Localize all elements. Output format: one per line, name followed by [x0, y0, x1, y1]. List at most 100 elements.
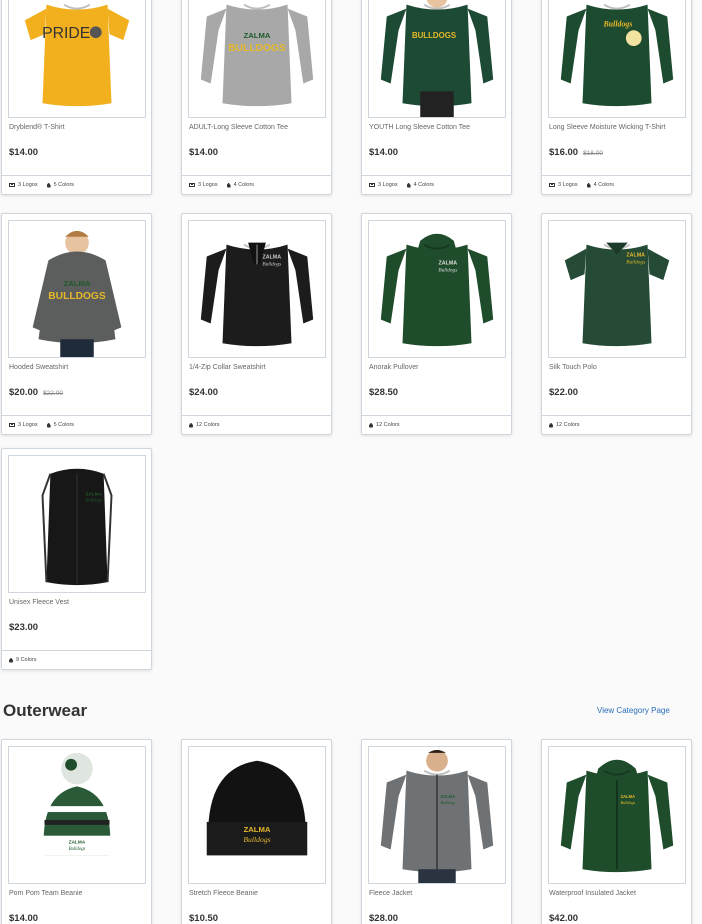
colors-count: 5 Colors [46, 182, 75, 188]
product-options: 9 Colors [2, 650, 151, 669]
svg-text:ZALMA: ZALMA [262, 254, 281, 260]
colors-label: 12 Colors [556, 422, 580, 428]
svg-text:BULLDOGS: BULLDOGS [48, 291, 106, 302]
svg-text:ZALMA: ZALMA [626, 252, 645, 258]
product-price: $22.00 [549, 387, 578, 398]
product-name[interactable]: Dryblend® T-Shirt [9, 124, 65, 131]
color-drop-icon [9, 657, 13, 663]
svg-text:Bulldogs: Bulldogs [438, 267, 457, 273]
current-price: $24.00 [189, 387, 219, 398]
product-card[interactable]: Bulldogs Long Sleeve Moisture Wicking T-S… [541, 0, 692, 195]
logos-count: 3 Logos [549, 182, 578, 188]
product-name[interactable]: Unisex Fleece Vest [9, 599, 69, 606]
product-image[interactable]: ZALMA Bulldogs [368, 746, 506, 884]
product-card[interactable]: ZALMA Bulldogs Pom Pom Team Beanie $14.00 [1, 739, 152, 924]
product-card[interactable]: ZALMA Bulldogs Waterproof Insulated Jacke… [541, 739, 692, 924]
product-image[interactable]: PRIDE [8, 0, 146, 118]
colors-label: 4 Colors [233, 182, 255, 188]
svg-text:ZALMA: ZALMA [85, 491, 102, 497]
product-name[interactable]: Long Sleeve Moisture Wicking T-Shirt [549, 124, 666, 131]
color-drop-icon [46, 182, 51, 188]
product-options: 3 Logos 5 Colors [2, 175, 151, 194]
view-category-link[interactable]: View Category Page [597, 706, 670, 715]
section-title-outerwear: Outerwear [3, 701, 88, 720]
colors-label: 12 Colors [376, 422, 400, 428]
product-image[interactable]: ZALMA Bulldogs [188, 220, 326, 358]
current-price: $42.00 [549, 913, 579, 924]
product-name[interactable]: Stretch Fleece Beanie [189, 890, 258, 897]
product-price: $28.50 [369, 387, 398, 398]
product-card[interactable]: ZALMA Bulldogs Silk Touch Polo $22.00 12 Co… [541, 213, 692, 435]
product-card[interactable]: ZALMA Bulldogs Anorak Pullover $28.50 12 Co… [361, 213, 512, 435]
product-card[interactable]: ZALMA Bulldogs 1/4-Zip Collar Sweatshirt $… [181, 213, 332, 435]
current-price: $22.00 [549, 387, 579, 398]
product-image[interactable]: ZALMA BULLDOGS [8, 220, 146, 358]
product-image[interactable]: ZALMA Bulldogs [548, 220, 686, 358]
product-image[interactable]: ZALMA Bulldogs [8, 455, 146, 593]
color-drop-icon [369, 422, 373, 428]
product-name[interactable]: Fleece Jacket [369, 890, 412, 897]
current-price: $28.00 [369, 913, 399, 924]
product-options: 3 Logos 4 Colors [362, 175, 511, 194]
colors-count: 4 Colors [586, 182, 614, 188]
product-image[interactable]: ZALMA BULLDOGS [188, 0, 326, 118]
logos-label: 3 Logos [18, 182, 38, 188]
svg-text:Bulldogs: Bulldogs [621, 800, 636, 805]
colors-label: 4 Colors [413, 182, 435, 188]
product-image[interactable]: ZALMA Bulldogs [368, 220, 506, 358]
current-price: $14.00 [369, 147, 399, 158]
product-image[interactable]: Bulldogs [548, 0, 686, 118]
svg-text:PRIDE: PRIDE [42, 25, 90, 42]
product-price: $14.00 [369, 147, 398, 158]
svg-text:Bulldogs: Bulldogs [243, 835, 270, 844]
product-image[interactable]: ZALMA Bulldogs [188, 746, 326, 884]
current-price: $10.50 [189, 913, 219, 924]
color-drop-icon [189, 422, 193, 428]
product-card[interactable]: ZALMA BULLDOGS ADULT-Long Sleeve Cotton T… [181, 0, 332, 195]
color-drop-icon [586, 182, 591, 188]
logo-icon [9, 183, 15, 187]
colors-count: 9 Colors [9, 657, 36, 663]
product-name[interactable]: Silk Touch Polo [549, 364, 597, 371]
product-price: $14.00 [189, 147, 218, 158]
svg-text:Bulldogs: Bulldogs [262, 262, 281, 268]
product-options: 3 Logos 5 Colors [2, 415, 151, 434]
svg-text:Bulldogs: Bulldogs [626, 260, 645, 266]
product-name[interactable]: Hooded Sweatshirt [9, 364, 68, 371]
product-card[interactable]: BULLDOGS YOUTH Long Sleeve Cotton Tee $14.… [361, 0, 512, 195]
product-card[interactable]: ZALMA Bulldogs Unisex Fleece Vest $23.00 9 … [1, 448, 152, 670]
product-card[interactable]: PRIDE Dryblend® T-Shirt $14.00 3 Logos 5 Col… [1, 0, 152, 195]
product-name[interactable]: Pom Pom Team Beanie [9, 890, 82, 897]
product-image[interactable]: BULLDOGS [368, 0, 506, 118]
svg-text:Bulldogs: Bulldogs [69, 847, 86, 852]
product-card[interactable]: ZALMA BULLDOGS Hooded Sweatshirt $20.00 $22… [1, 213, 152, 435]
product-card[interactable]: ZALMA Bulldogs Fleece Jacket $28.00 [361, 739, 512, 924]
product-image[interactable]: ZALMA Bulldogs [8, 746, 146, 884]
svg-text:ZALMA: ZALMA [69, 840, 86, 846]
product-name[interactable]: 1/4-Zip Collar Sweatshirt [189, 364, 266, 371]
colors-count: 12 Colors [369, 422, 400, 428]
logos-count: 3 Logos [369, 182, 398, 188]
product-name[interactable]: ADULT-Long Sleeve Cotton Tee [189, 124, 288, 131]
svg-text:BULLDOGS: BULLDOGS [412, 31, 456, 40]
product-image[interactable]: ZALMA Bulldogs [548, 746, 686, 884]
colors-label: 9 Colors [16, 657, 37, 663]
product-options: 12 Colors [542, 415, 691, 434]
product-options: 12 Colors [362, 415, 511, 434]
product-price: $28.00 [369, 913, 398, 924]
color-drop-icon [46, 422, 51, 428]
colors-count: 4 Colors [226, 182, 255, 188]
color-drop-icon [406, 182, 411, 188]
product-name[interactable]: YOUTH Long Sleeve Cotton Tee [369, 124, 470, 131]
product-card[interactable]: ZALMA Bulldogs Stretch Fleece Beanie $10.5… [181, 739, 332, 924]
svg-text:ZALMA: ZALMA [439, 260, 458, 266]
product-price: $14.00 [9, 147, 38, 158]
product-name[interactable]: Anorak Pullover [369, 364, 418, 371]
original-price: $18.00 [583, 150, 603, 157]
current-price: $14.00 [189, 147, 219, 158]
colors-label: 5 Colors [53, 182, 75, 188]
product-name[interactable]: Waterproof Insulated Jacket [549, 890, 636, 897]
svg-text:Bulldogs: Bulldogs [441, 800, 456, 805]
svg-text:BULLDOGS: BULLDOGS [228, 43, 286, 54]
color-drop-icon [226, 182, 231, 188]
